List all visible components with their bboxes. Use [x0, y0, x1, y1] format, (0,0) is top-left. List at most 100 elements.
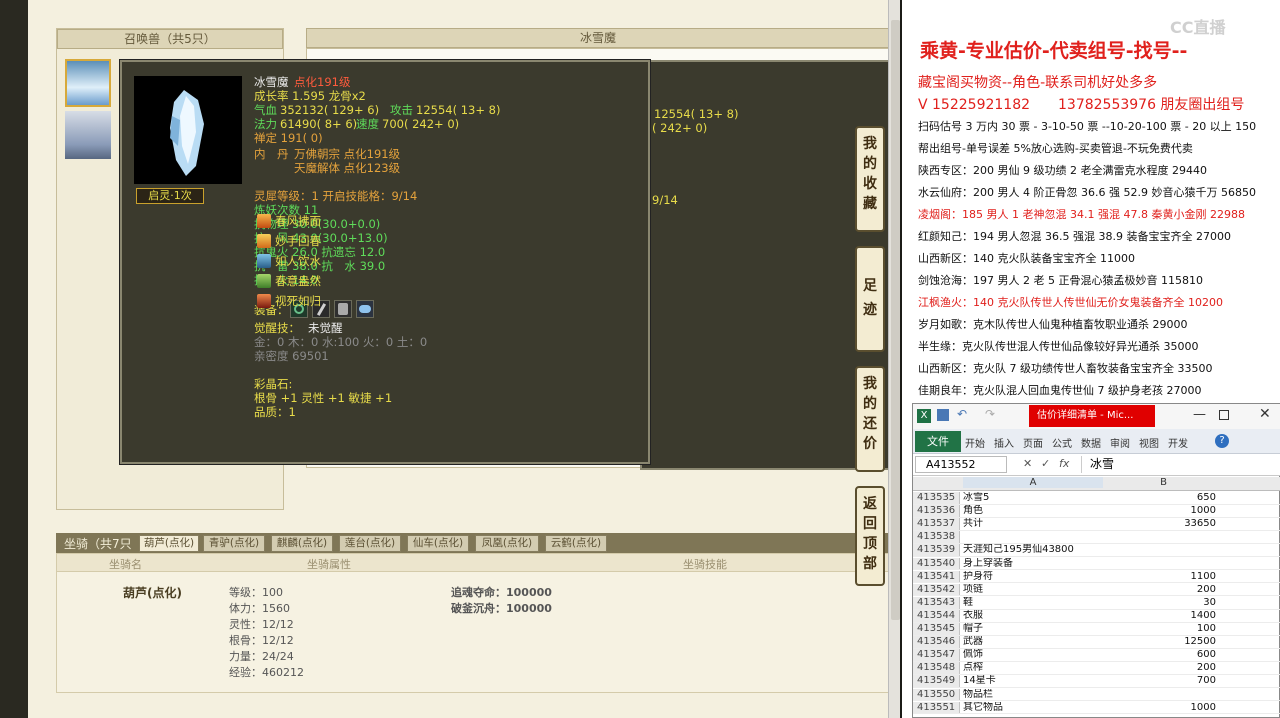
cell-a[interactable]: 点榨 [963, 662, 1103, 675]
table-row[interactable]: 413550 物品栏 [913, 688, 1280, 702]
row-number: 413546 [913, 636, 960, 648]
table-row[interactable]: 413543 鞋 30 [913, 596, 1280, 610]
cell-a[interactable]: 衣服 [963, 610, 1103, 623]
cell-b[interactable]: 30 [1105, 597, 1222, 610]
name-box[interactable]: A413552 [915, 456, 1007, 473]
file-tab[interactable]: 文件 [915, 431, 961, 452]
ribbon-tab[interactable]: 公式 [1052, 439, 1072, 450]
cell-b[interactable]: 600 [1105, 649, 1222, 662]
tab-mount-1[interactable]: 葫芦(点化) [139, 535, 199, 552]
tab-mount-4[interactable]: 莲台(点化) [339, 535, 401, 552]
skill-1[interactable]: 春风拂面 [257, 212, 367, 230]
cell-b[interactable]: 200 [1105, 584, 1222, 597]
tab-mount-2[interactable]: 青驴(点化) [203, 535, 265, 552]
listing-line: 佳期良年：克火队混人回血鬼传世仙 7 级护身老孩 27000 [918, 384, 1202, 397]
maximize-button[interactable] [1219, 410, 1229, 420]
table-row[interactable]: 413541 护身符 1100 [913, 570, 1280, 584]
table-row[interactable]: 413546 武器 12500 [913, 636, 1280, 649]
ribbon-tab[interactable]: 审阅 [1110, 439, 1130, 450]
cell-b[interactable]: 650 [1105, 492, 1222, 505]
my-counter-offer-button[interactable]: 我的还价 [855, 366, 885, 472]
save-icon[interactable] [937, 409, 949, 421]
pet-avatar-ice-demon[interactable] [65, 59, 111, 107]
cell-a[interactable]: 鞋 [963, 597, 1103, 610]
table-row[interactable]: 413537 共计 33650 [913, 518, 1280, 531]
scrollbar-thumb[interactable] [891, 20, 900, 620]
cell-b[interactable]: 200 [1105, 662, 1222, 675]
cell-a[interactable]: 角色 [963, 505, 1103, 518]
cell-a[interactable]: 物品栏 [963, 689, 1103, 702]
cell-b[interactable]: 1400 [1105, 610, 1222, 623]
table-row[interactable]: 413542 项链 200 [913, 583, 1280, 597]
table-row[interactable]: 413535 冰雪5 650 [913, 492, 1280, 505]
confirm-icon[interactable]: ✓ [1041, 457, 1050, 470]
table-row[interactable]: 413549 14星卡 700 [913, 675, 1280, 689]
cell-b[interactable]: 1000 [1105, 702, 1222, 715]
table-row[interactable]: 413538 [913, 531, 1280, 545]
cell-b[interactable]: 1100 [1105, 571, 1222, 584]
formula-input[interactable]: 冰雪 [1081, 456, 1277, 473]
table-row[interactable]: 413539 天涯知己195男仙43800 [913, 544, 1280, 558]
atk-value: 12554( 13+ 8) [416, 103, 501, 117]
cell-b[interactable]: 1000 [1105, 505, 1222, 518]
cell-a[interactable]: 武器 [963, 636, 1103, 649]
cell-a[interactable]: 14星卡 [963, 675, 1103, 688]
ribbon-tab[interactable]: 插入 [994, 439, 1014, 450]
table-row[interactable]: 413536 角色 1000 [913, 505, 1280, 518]
ribbon-tab[interactable]: 数据 [1081, 439, 1101, 450]
footprints-button[interactable]: 足迹 [855, 246, 885, 352]
my-favorites-button[interactable]: 我的收藏 [855, 126, 885, 232]
cell-a[interactable]: 天涯知己195男仙43800 [963, 544, 1103, 557]
table-row[interactable]: 413545 帽子 100 [913, 623, 1280, 636]
cell-b[interactable]: 12500 [1105, 636, 1222, 649]
cell-b[interactable]: 33650 [1105, 518, 1222, 531]
tab-mount-7[interactable]: 云鹤(点化) [545, 535, 607, 552]
skill-5[interactable]: 视死如归 [257, 292, 367, 310]
pet-avatar-2[interactable] [65, 111, 111, 159]
cell-a[interactable]: 护身符 [963, 571, 1103, 584]
pet-name: 冰雪魔 [254, 75, 289, 89]
tab-mount-5[interactable]: 仙车(点化) [407, 535, 469, 552]
cell-a[interactable]: 项链 [963, 584, 1103, 597]
redo-icon[interactable]: ↷ [985, 407, 995, 421]
cancel-icon[interactable]: ✕ [1023, 457, 1032, 470]
close-button[interactable]: ✕ [1259, 406, 1271, 422]
mount-attrs: 等级：100 体力：1560 灵性：12/12 根骨：12/12 力量：24/2… [229, 584, 349, 680]
cell-b[interactable]: 700 [1105, 675, 1222, 688]
col-b-header[interactable]: B [1105, 477, 1222, 488]
ribbon-tab[interactable]: 开始 [965, 439, 985, 450]
listing-line: 江枫渔火：140 克火队传世人传世仙无价女鬼装备齐全 10200 [918, 296, 1223, 309]
minimize-button[interactable]: — [1193, 407, 1206, 422]
undo-icon[interactable]: ↶ [957, 407, 967, 421]
cell-a[interactable]: 帽子 [963, 623, 1103, 636]
cell-a[interactable]: 其它物品 [963, 702, 1103, 715]
col-a-header[interactable]: A [963, 477, 1103, 488]
back-to-top-button[interactable]: 返回顶部 [855, 486, 885, 586]
table-row[interactable]: 413540 身上穿装备 [913, 557, 1280, 571]
page-scrollbar[interactable] [888, 0, 900, 718]
skill-name: 如人饮水 [275, 254, 321, 268]
cell-b[interactable]: 100 [1105, 623, 1222, 636]
help-icon[interactable]: ? [1215, 434, 1229, 448]
skill-4[interactable]: 春意盎然 [257, 272, 367, 290]
skill-3[interactable]: 如人饮水 [257, 252, 367, 270]
cell-a[interactable]: 佩饰 [963, 649, 1103, 662]
row-number: 413535 [913, 492, 960, 504]
cell-a[interactable]: 冰雪5 [963, 492, 1103, 505]
skill-2[interactable]: 妙手回春 [257, 232, 367, 250]
mp-value: 61490( 8+ 6) [280, 117, 358, 131]
ribbon-tab[interactable]: 页面 [1023, 439, 1043, 450]
ribbon-tab[interactable]: 视图 [1139, 439, 1159, 450]
table-row[interactable]: 413547 佩饰 600 [913, 649, 1280, 662]
table-row[interactable]: 413551 其它物品 1000 [913, 701, 1280, 715]
ribbon-tab[interactable]: 开发 [1168, 439, 1188, 450]
spd-value: 700( 242+ 0) [382, 117, 460, 131]
bg-attack-peek: 12554( 13+ 8) [654, 107, 739, 121]
cell-a[interactable]: 共计 [963, 518, 1103, 531]
table-row[interactable]: 413544 衣服 1400 [913, 609, 1280, 623]
table-row[interactable]: 413548 点榨 200 [913, 662, 1280, 676]
cell-a[interactable]: 身上穿装备 [963, 558, 1103, 571]
tab-mount-3[interactable]: 麒麟(点化) [271, 535, 333, 552]
function-icon[interactable]: fx [1059, 457, 1069, 470]
tab-mount-6[interactable]: 凤凰(点化) [475, 535, 539, 552]
